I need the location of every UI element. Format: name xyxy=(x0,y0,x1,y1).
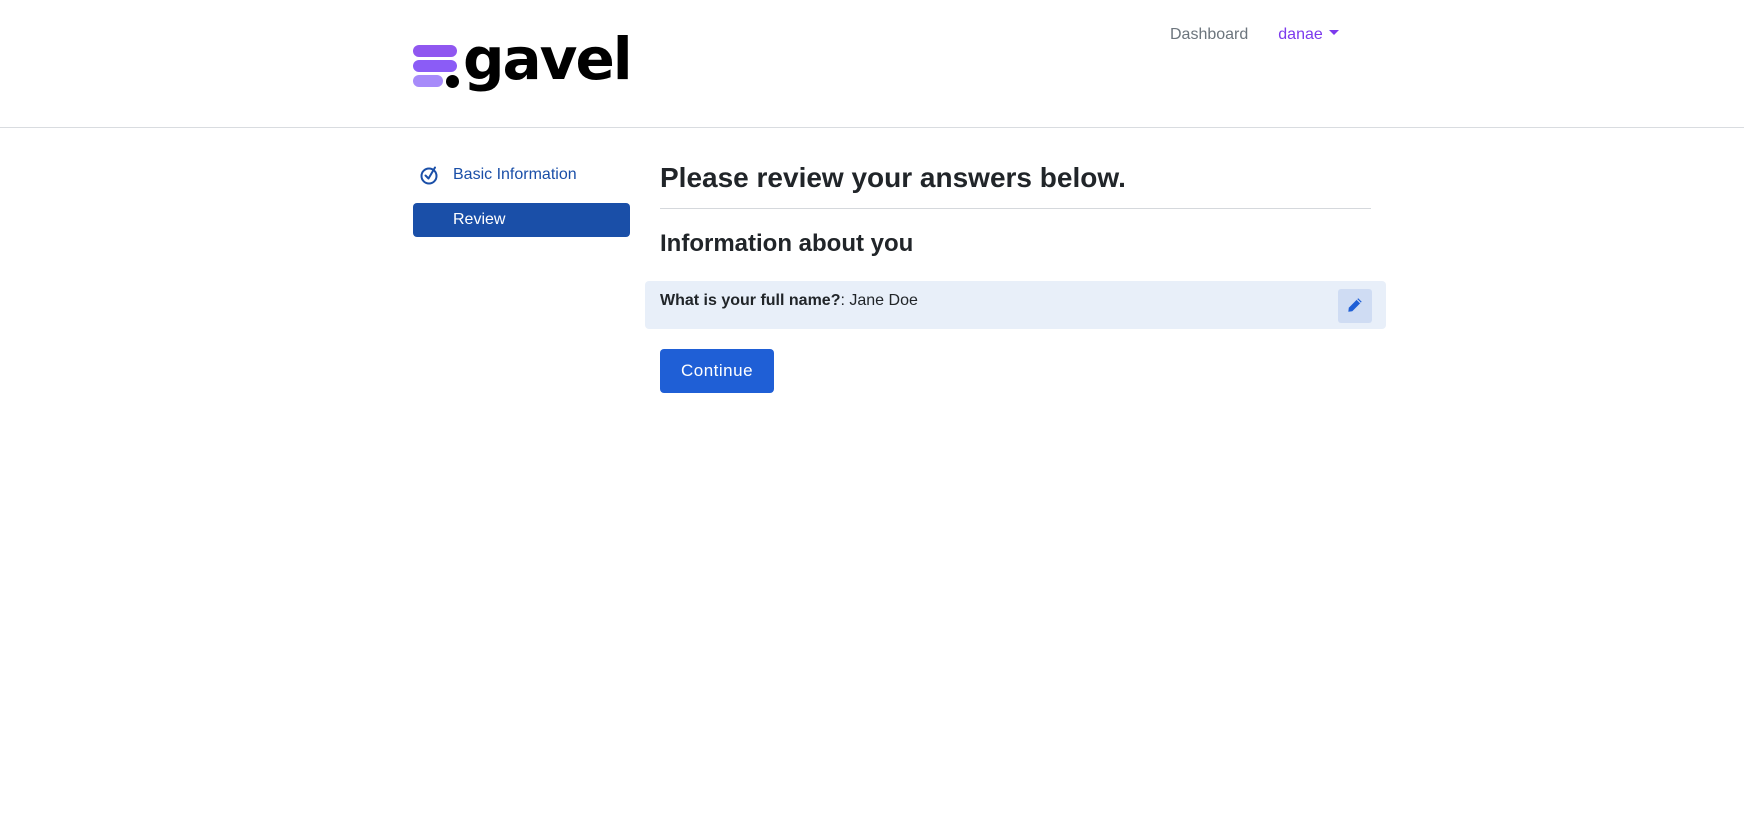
progress-sidebar: Basic Information Review xyxy=(413,158,630,248)
sidebar-item-basic-information[interactable]: Basic Information xyxy=(413,158,630,192)
page-title: Please review your answers below. xyxy=(660,158,1371,209)
answer-row-full-name: What is your full name?: Jane Doe xyxy=(645,281,1386,329)
answer-question: What is your full name? xyxy=(660,292,841,309)
sidebar-icon-placeholder xyxy=(419,209,453,231)
top-navbar: gavel Dashboard danae xyxy=(0,0,1744,128)
user-menu-dropdown[interactable]: danae xyxy=(1278,26,1339,44)
logo-text: gavel xyxy=(463,25,633,93)
sidebar-item-label: Review xyxy=(453,211,506,228)
gavel-logo[interactable]: gavel xyxy=(413,30,633,96)
sidebar-item-review[interactable]: Review xyxy=(413,203,630,237)
continue-button[interactable]: Continue xyxy=(660,349,775,393)
dashboard-link[interactable]: Dashboard xyxy=(1170,26,1248,44)
caret-down-icon xyxy=(1328,29,1339,35)
section-title: Information about you xyxy=(660,230,914,257)
edit-answer-button[interactable] xyxy=(1338,289,1372,323)
check-circle-icon xyxy=(419,164,453,186)
user-name: danae xyxy=(1278,26,1323,43)
sidebar-item-label: Basic Information xyxy=(453,166,577,183)
review-main: Please review your answers below. Inform… xyxy=(645,158,1386,393)
answer-value: Jane Doe xyxy=(844,292,918,309)
header-nav: Dashboard danae xyxy=(1170,26,1339,44)
gavel-logo-mark-icon xyxy=(413,42,459,88)
pencil-icon xyxy=(1347,297,1363,316)
